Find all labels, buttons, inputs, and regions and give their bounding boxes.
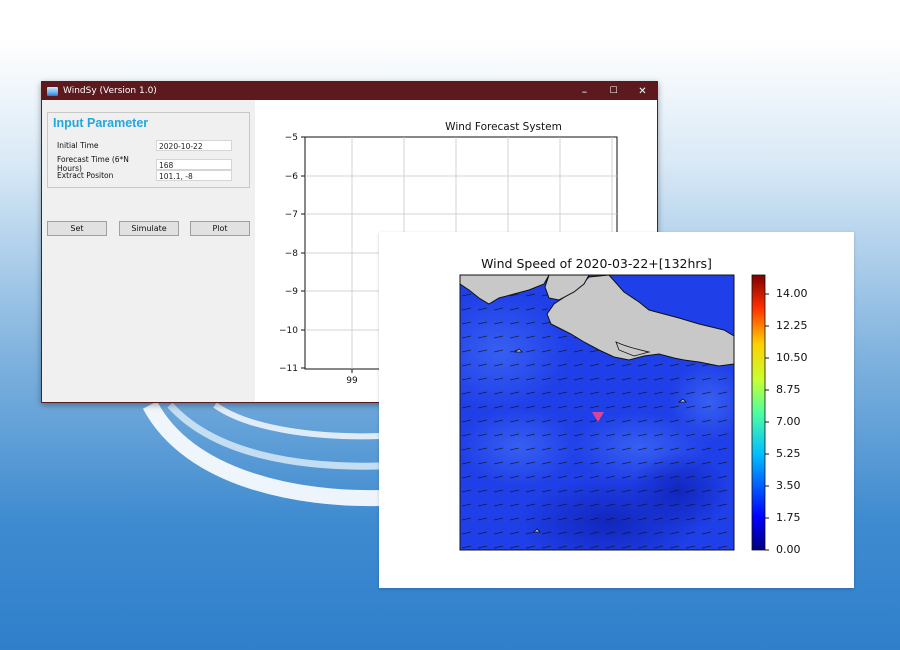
y-tick-label: −9 xyxy=(285,287,299,297)
extract-position-input[interactable]: 101.1, -8 xyxy=(156,170,232,181)
initial-time-input[interactable]: 2020-10-22 xyxy=(156,140,232,151)
colorbar-tick-label: 14.00 xyxy=(776,287,808,300)
colorbar-tick-label: 5.25 xyxy=(776,447,801,460)
plot-button[interactable]: Plot xyxy=(190,221,250,236)
wind-speed-map xyxy=(459,274,769,551)
colorbar-tick-label: 0.00 xyxy=(776,543,801,556)
title-bar: WindSy (Version 1.0) – ☐ ✕ xyxy=(42,82,657,100)
colorbar-tick-label: 3.50 xyxy=(776,479,801,492)
app-icon xyxy=(47,86,58,96)
y-tick-label: −11 xyxy=(279,364,298,374)
colorbar xyxy=(751,274,766,551)
y-tick-label: −7 xyxy=(285,210,298,220)
x-tick-label: 99 xyxy=(346,376,358,386)
minimize-button[interactable]: – xyxy=(570,82,599,100)
extract-position-row: Extract Positon 101.1, -8 xyxy=(57,170,232,181)
extract-position-label: Extract Positon xyxy=(57,171,114,180)
forecast-time-input[interactable]: 168 xyxy=(156,158,232,170)
initial-time-label: Initial Time xyxy=(57,141,99,150)
input-parameter-group: Input Parameter Initial Time 2020-10-22 … xyxy=(47,112,250,188)
window-title: WindSy (Version 1.0) xyxy=(63,86,157,96)
y-tick-label: −5 xyxy=(285,133,298,143)
maximize-button[interactable]: ☐ xyxy=(599,82,628,100)
colorbar-tick-label: 12.25 xyxy=(776,319,808,332)
colorbar-tick-label: 7.00 xyxy=(776,415,801,428)
y-tick-label: −8 xyxy=(285,249,299,259)
control-pane: Input Parameter Initial Time 2020-10-22 … xyxy=(42,100,255,402)
initial-time-row: Initial Time 2020-10-22 xyxy=(57,140,232,151)
set-button[interactable]: Set xyxy=(47,221,107,236)
colorbar-tick-label: 8.75 xyxy=(776,383,801,396)
colorbar-tick-label: 10.50 xyxy=(776,351,808,364)
y-tick-label: −6 xyxy=(285,172,299,182)
colorbar-tick-label: 1.75 xyxy=(776,511,801,524)
simulate-button[interactable]: Simulate xyxy=(119,221,179,236)
wind-speed-figure: Wind Speed of 2020-03-22+[132hrs] 14.00 … xyxy=(379,232,854,588)
y-tick-label: −10 xyxy=(279,326,298,336)
close-button[interactable]: ✕ xyxy=(628,82,657,100)
input-parameter-title: Input Parameter xyxy=(53,116,149,130)
